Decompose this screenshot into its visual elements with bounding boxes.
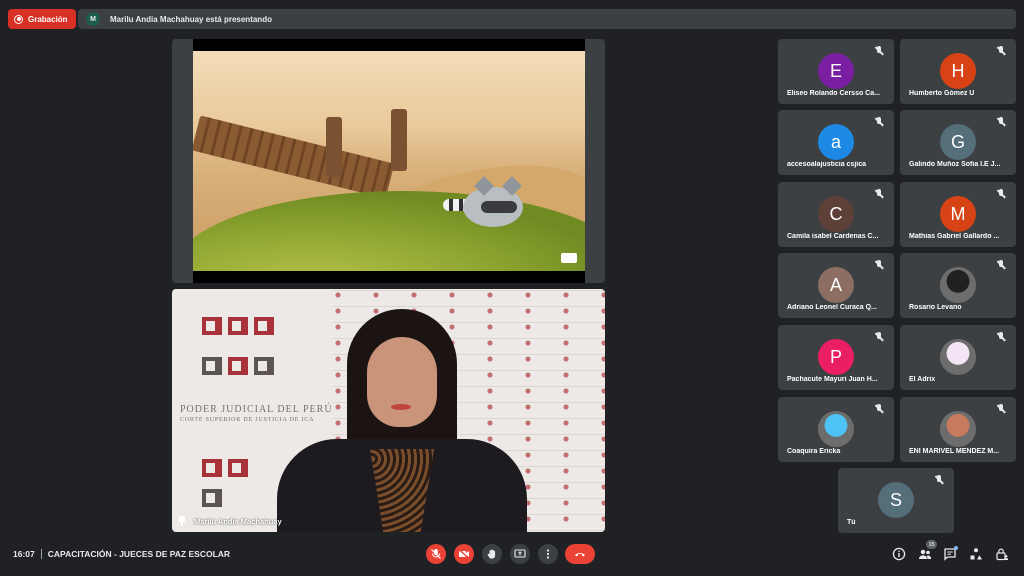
meeting-details-button[interactable] (891, 546, 907, 562)
participant-name: El Adrix (909, 376, 936, 383)
present-icon (514, 549, 526, 558)
participant-tile[interactable]: G Galindo Muñoz Sofia I.E J... (900, 110, 1016, 175)
raise-hand-button[interactable] (482, 544, 502, 564)
mic-off-icon (996, 404, 1006, 414)
participant-name: Eliseo Rolando Cersso Ca... (787, 90, 880, 97)
participant-name: Coaquira Ericka (787, 448, 841, 455)
participant-avatar: S (878, 482, 914, 518)
presentation-video (193, 39, 585, 283)
participant-photo (940, 411, 976, 447)
lock-person-icon (996, 548, 1009, 561)
participant-photo (940, 267, 976, 303)
mic-off-icon (874, 189, 884, 199)
present-screen-button[interactable] (510, 544, 530, 564)
presenter-avatar: M (86, 12, 100, 26)
participant-name: accesoalajusticia csjica (787, 161, 866, 168)
recording-badge[interactable]: Grabación (8, 9, 76, 29)
participant-tile[interactable]: El Adrix (900, 325, 1016, 390)
participant-tile[interactable]: S Tú (838, 468, 954, 533)
participants-button[interactable]: 15 (917, 540, 937, 562)
host-controls-button[interactable] (994, 546, 1010, 562)
poder-judicial-logo (202, 317, 274, 375)
participant-tile[interactable]: P Pachacute Mayuri Juan H... (778, 325, 894, 390)
participant-tile[interactable]: M Mathias Gabriel Gallardo ... (900, 182, 1016, 247)
meeting-title: CAPACITACIÓN - JUECES DE PAZ ESCOLAR (47, 549, 231, 559)
activities-icon (970, 548, 982, 560)
chat-button[interactable] (942, 546, 958, 562)
video-watermark-logo (561, 253, 577, 263)
mic-off-icon (874, 332, 884, 342)
unread-dot (954, 546, 958, 550)
participant-name: Humberto Gómez U (909, 90, 975, 97)
mic-off-icon (996, 117, 1006, 127)
participant-avatar: A (818, 267, 854, 303)
people-icon (919, 549, 932, 559)
more-options-button[interactable] (538, 544, 558, 564)
participant-avatar: C (818, 196, 854, 232)
animation-scene (193, 51, 585, 271)
poder-judicial-logo-lower (202, 459, 254, 507)
presenter-video (257, 309, 527, 532)
mic-off-icon (996, 189, 1006, 199)
mic-off-icon (874, 46, 884, 56)
hand-icon (487, 549, 496, 559)
participant-tile[interactable]: Rosario Levano (900, 253, 1016, 318)
participant-name: Rosario Levano (909, 304, 962, 311)
participant-name: Mathias Gabriel Gallardo ... (909, 233, 1000, 240)
participant-avatar: E (818, 53, 854, 89)
presenter-camera-tile[interactable]: PODER JUDICIAL DEL PERÚ CORTE SUPERIOR D… (172, 289, 605, 532)
participant-avatar: P (818, 339, 854, 375)
mic-off-icon (934, 475, 944, 485)
mic-toggle-button[interactable] (426, 544, 446, 564)
participant-avatar: G (940, 124, 976, 160)
mic-off-icon (431, 549, 441, 559)
recording-icon (14, 14, 23, 24)
mic-off-icon (874, 117, 884, 127)
mic-off-icon (996, 260, 1006, 270)
participant-name: Tú (847, 519, 856, 526)
participant-avatar: M (940, 196, 976, 232)
info-icon (892, 547, 906, 561)
meeting-info: 16:07 CAPACITACIÓN - JUECES DE PAZ ESCOL… (13, 549, 230, 559)
participant-name: Galindo Muñoz Sofia I.E J... (909, 161, 1001, 168)
raccoon-character (443, 169, 533, 231)
participant-tile[interactable]: a accesoalajusticia csjica (778, 110, 894, 175)
participant-avatar: H (940, 53, 976, 89)
participant-name: Camila isabel Cardenas C... (787, 233, 879, 240)
participant-tile[interactable]: C Camila isabel Cardenas C... (778, 182, 894, 247)
participant-count-badge: 15 (926, 540, 937, 549)
mic-off-icon (996, 46, 1006, 56)
activities-button[interactable] (968, 546, 984, 562)
hangup-icon (575, 553, 585, 557)
more-vert-icon (546, 549, 550, 559)
camera-off-icon (458, 548, 470, 560)
presenter-bar: M Marilu Andia Machahuay está presentand… (78, 9, 1016, 29)
participant-tile[interactable]: H Humberto Gómez U (900, 39, 1016, 104)
presentation-stage[interactable] (172, 39, 605, 283)
clock: 16:07 (13, 549, 35, 559)
mic-off-icon (874, 404, 884, 414)
mic-off-icon (874, 260, 884, 270)
camera-toggle-button[interactable] (454, 544, 474, 564)
participant-photo (940, 339, 976, 375)
presenter-name-label: Marilu Andia Machahuay (178, 516, 282, 526)
participant-tile[interactable]: Coaquira Ericka (778, 397, 894, 462)
participant-avatar: a (818, 124, 854, 160)
participant-photo (818, 411, 854, 447)
participant-tile[interactable]: ENI MARIVEL MENDEZ M... (900, 397, 1016, 462)
participant-name: Adriano Leonel Curaca Q... (787, 304, 877, 311)
participant-name: Pachacute Mayuri Juan H... (787, 376, 878, 383)
recording-label: Grabación (28, 14, 68, 24)
participant-tile[interactable]: A Adriano Leonel Curaca Q... (778, 253, 894, 318)
leave-call-button[interactable] (565, 544, 595, 564)
presenter-text: Marilu Andia Machahuay está presentando (110, 14, 272, 24)
mic-off-icon (996, 332, 1006, 342)
participant-name: ENI MARIVEL MENDEZ M... (909, 448, 1000, 455)
pin-icon[interactable] (178, 516, 186, 526)
participant-tile[interactable]: E Eliseo Rolando Cersso Ca... (778, 39, 894, 104)
divider (40, 549, 42, 559)
